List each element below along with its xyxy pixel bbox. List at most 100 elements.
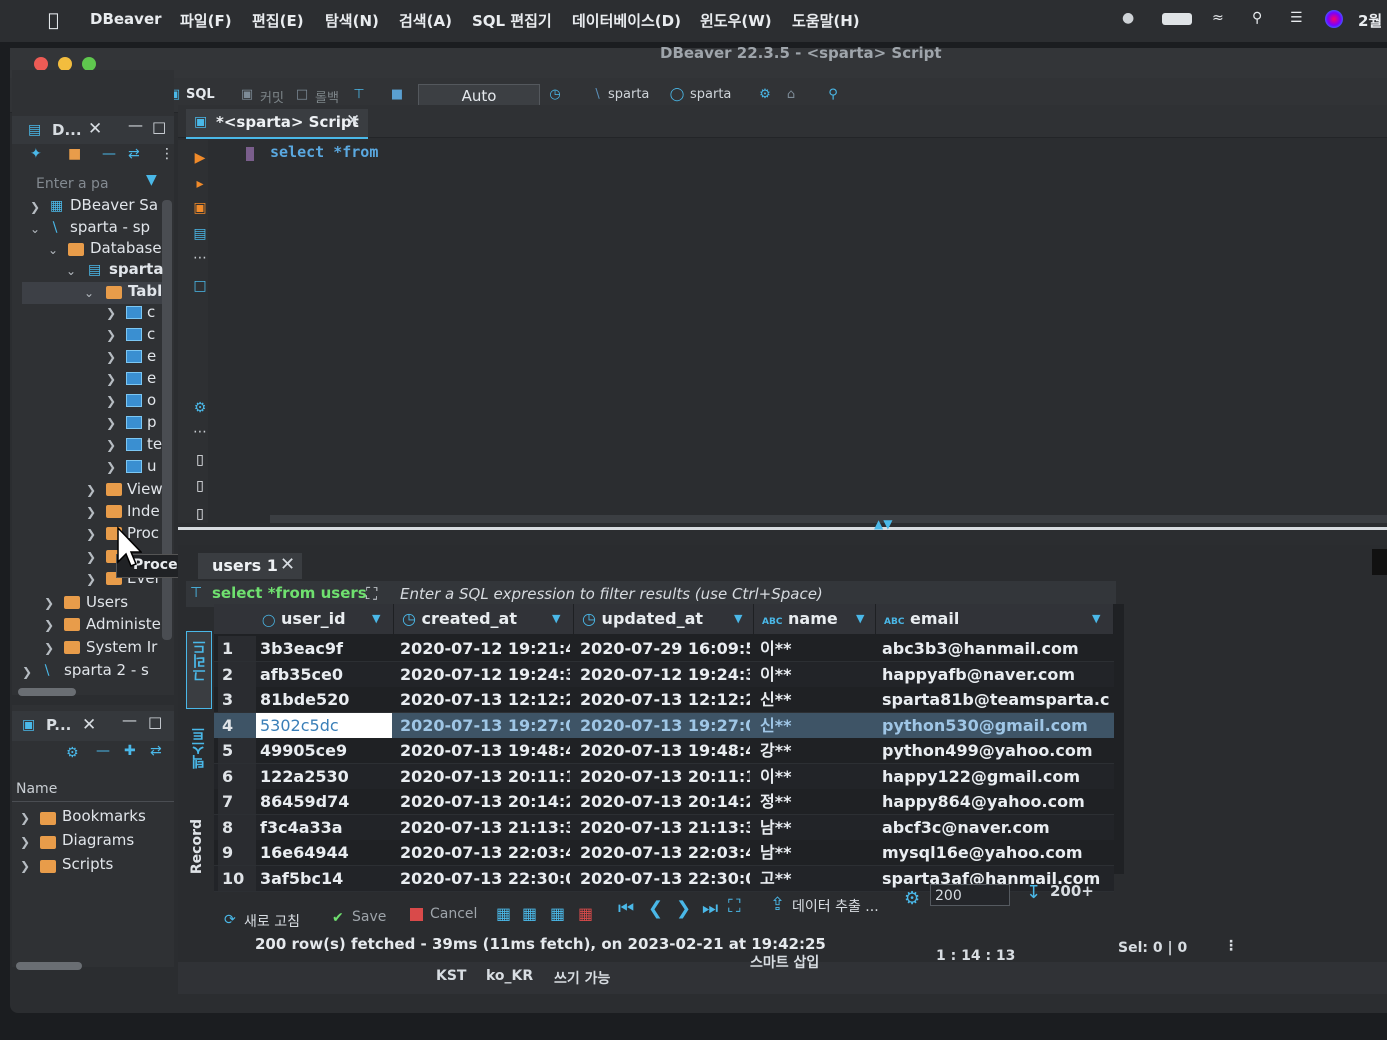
cell-created-at[interactable]: 2020-07-13 20:11:13	[400, 764, 570, 789]
battery-icon[interactable]	[1162, 13, 1192, 25]
minimize-panel-icon[interactable]: —	[122, 711, 137, 729]
add-icon[interactable]: ✚	[124, 743, 136, 759]
chevron-right-icon[interactable]: ❯	[106, 416, 116, 430]
chevron-right-icon[interactable]: ❯	[44, 596, 54, 610]
wifi-icon[interactable]: ≈	[1212, 10, 1232, 26]
sort-icon[interactable]: ▼	[552, 604, 560, 634]
settings-gear-icon[interactable]: ⚙	[192, 400, 208, 416]
tree-item-table[interactable]: te	[147, 435, 162, 453]
cell-updated-at[interactable]: 2020-07-13 20:14:23	[580, 789, 750, 814]
cancel-button[interactable]: Cancel	[430, 906, 477, 922]
link-icon[interactable]: ⇄	[128, 146, 140, 162]
edit-row-icon[interactable]: ▦	[496, 904, 511, 923]
chevron-right-icon[interactable]: ❯	[30, 200, 40, 214]
cell-updated-at[interactable]: 2020-07-13 21:13:33	[580, 815, 750, 840]
add-row-icon[interactable]: ▦	[522, 904, 537, 923]
editor-hscrollbar[interactable]	[270, 515, 1387, 523]
home-icon[interactable]: ⌂	[782, 86, 800, 104]
tree-item-system-info[interactable]: System Ir	[86, 638, 157, 656]
chevron-right-icon[interactable]: ❯	[44, 618, 54, 632]
menu-app-name[interactable]: DBeaver	[90, 10, 162, 28]
save-button[interactable]: Save	[352, 909, 386, 925]
datasource-icon[interactable]: ∖	[588, 86, 606, 104]
cell-name[interactable]: 강**	[760, 738, 872, 763]
menu-window[interactable]: 윈도우(W)	[700, 10, 772, 31]
cell-email[interactable]: happy122@gmail.com	[882, 764, 1110, 789]
cell-created-at[interactable]: 2020-07-13 19:48:46	[400, 738, 570, 763]
cell-email[interactable]: happyafb@naver.com	[882, 662, 1110, 687]
cell-created-at[interactable]: 2020-07-13 19:27:09	[400, 713, 570, 738]
fetch-more-button[interactable]: 200+	[1050, 882, 1094, 900]
sort-icon[interactable]: ▼	[856, 604, 864, 634]
chevron-right-icon[interactable]: ❯	[20, 811, 30, 825]
tree-item-table[interactable]: c	[147, 303, 155, 321]
document-error-icon[interactable]: ▯	[192, 478, 208, 494]
tree-item-indexes[interactable]: Inde	[127, 502, 160, 520]
cell-user-id[interactable]: 49905ce9	[260, 738, 390, 763]
search-toolbar-icon[interactable]: ⚲	[824, 86, 842, 104]
text-view-tab[interactable]: 텍스트	[186, 721, 210, 797]
first-page-icon[interactable]: ⏮	[618, 898, 634, 919]
more-icon[interactable]: ⋯	[192, 250, 208, 266]
export-button[interactable]: 데이터 추출 ...	[792, 896, 879, 916]
cell-name[interactable]: 이**	[760, 662, 872, 687]
export-icon[interactable]: ⇪	[770, 894, 785, 915]
cell-created-at[interactable]: 2020-07-12 19:21:46	[400, 636, 570, 661]
chevron-right-icon[interactable]: ❯	[20, 835, 30, 849]
close-icon[interactable]: ✕	[88, 119, 102, 139]
row-number[interactable]: 9	[218, 840, 256, 865]
chevron-down-icon[interactable]: ⌄	[84, 286, 94, 300]
tree-item-table[interactable]: p	[147, 413, 157, 431]
chevron-right-icon[interactable]: ❯	[106, 438, 116, 452]
row-number[interactable]: 6	[218, 763, 256, 789]
tree-item-table[interactable]: o	[147, 391, 156, 409]
cell-email[interactable]: sparta81b@teamsparta.co	[882, 687, 1110, 712]
save-icon[interactable]: ✔	[332, 910, 344, 926]
close-icon[interactable]: ✕	[346, 111, 360, 131]
navigator-filter-input[interactable]: Enter a pa	[36, 176, 109, 192]
project-item-scripts[interactable]: Scripts	[62, 855, 113, 873]
cell-created-at[interactable]: 2020-07-13 22:03:42	[400, 840, 570, 865]
menu-search[interactable]: 검색(A)	[399, 10, 452, 31]
last-page-icon[interactable]: ⏭	[702, 898, 718, 919]
tree-item-sparta-2[interactable]: sparta 2 - s	[64, 661, 149, 679]
cell-name[interactable]: 남**	[760, 815, 872, 840]
cell-updated-at[interactable]: 2020-07-13 12:12:26	[580, 687, 750, 712]
refresh-button[interactable]: 새로 고침	[244, 911, 300, 931]
results-filter-input[interactable]: Enter a SQL expression to filter results…	[400, 585, 823, 603]
document-icon[interactable]: ▯	[192, 506, 208, 522]
copy-row-icon[interactable]: ▦	[550, 904, 565, 923]
cell-name[interactable]: 이**	[760, 636, 872, 661]
close-window-button[interactable]	[34, 57, 48, 71]
chevron-down-icon[interactable]: ⌄	[66, 264, 76, 278]
cancel-icon[interactable]	[410, 908, 423, 921]
search-icon[interactable]: ⚲	[1252, 10, 1272, 26]
siri-icon[interactable]	[1325, 10, 1343, 28]
sql-code-line[interactable]: select *from	[270, 143, 378, 161]
cell-name[interactable]: 신**	[760, 687, 872, 712]
tree-item-table[interactable]: c	[147, 325, 155, 343]
maximize-panel-icon[interactable]: □	[148, 713, 162, 731]
fetch-more-icon[interactable]: ↧	[1026, 882, 1041, 903]
cell-updated-at[interactable]: 2020-07-12 19:24:32	[580, 662, 750, 687]
tree-item-views[interactable]: View	[127, 480, 163, 498]
settings-icon[interactable]: ⚙	[756, 86, 774, 104]
close-icon[interactable]: ✕	[82, 715, 96, 735]
control-center-icon[interactable]: ☰	[1290, 10, 1310, 26]
row-number[interactable]: 2	[218, 661, 256, 687]
tree-item-sparta[interactable]: sparta - sp	[70, 218, 150, 236]
maximize-panel-icon[interactable]: □	[152, 118, 166, 136]
column-header-updated-at[interactable]: ◷ updated_at ▼	[574, 604, 754, 634]
menu-database[interactable]: 데이터베이스(D)	[572, 10, 681, 31]
cell-user-id[interactable]: f3c4a33a	[260, 815, 390, 840]
collapse-icon[interactable]: —	[96, 743, 110, 759]
folder-icon[interactable]: ■	[68, 146, 81, 162]
document-icon[interactable]: ▯	[192, 452, 208, 468]
row-number[interactable]: 3	[218, 687, 256, 712]
column-header-email[interactable]: ABC email ▼	[876, 604, 1114, 634]
navigator-tab[interactable]: D...	[52, 121, 82, 139]
commit-label[interactable]: 커밋	[260, 87, 284, 106]
schema-icon[interactable]: ◯	[668, 86, 686, 104]
row-number[interactable]: 4	[218, 712, 256, 738]
chevron-right-icon[interactable]: ❯	[86, 550, 96, 564]
